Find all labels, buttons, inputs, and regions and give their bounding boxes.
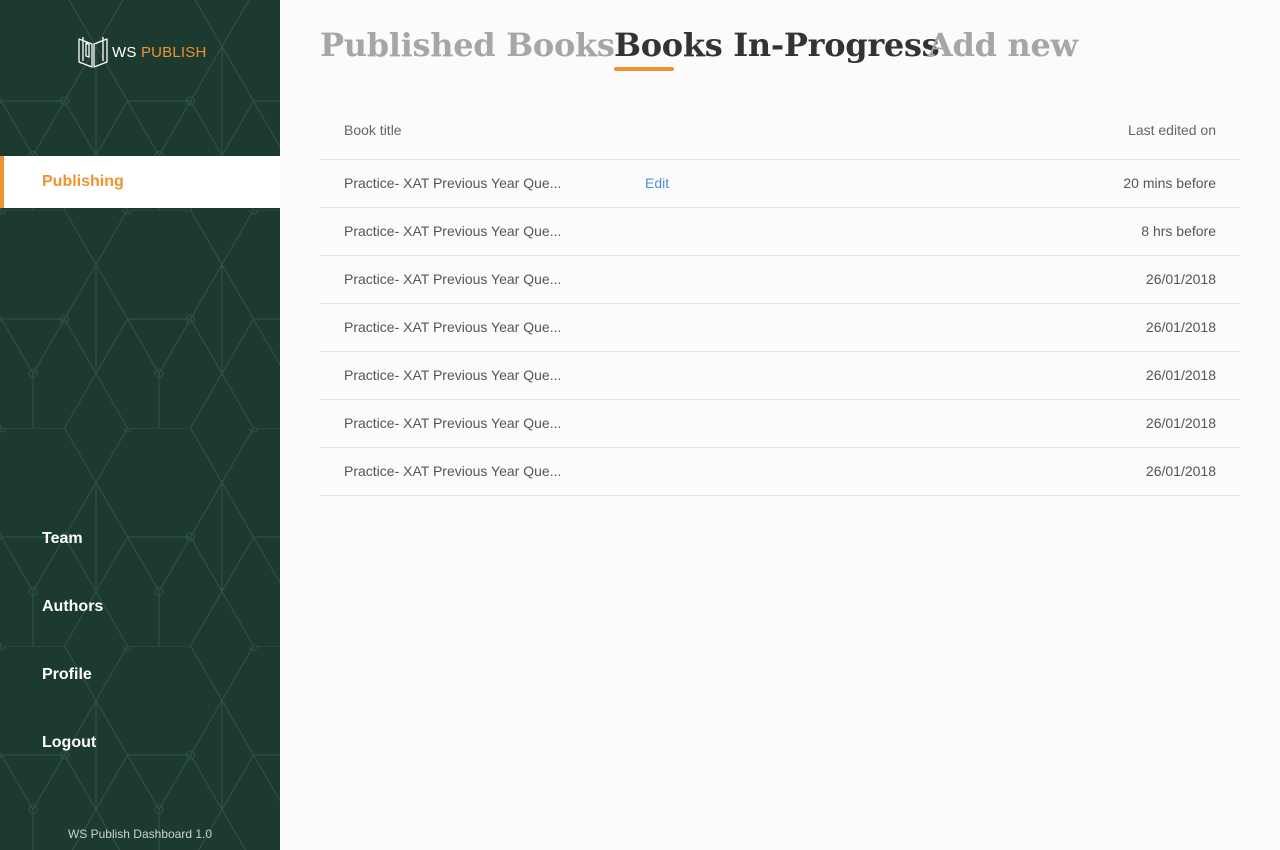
- table-body: Practice- XAT Previous Year Que... Edit 20…: [320, 160, 1240, 496]
- tab-add-new[interactable]: Add new: [928, 26, 1078, 64]
- book-title-cell[interactable]: Practice- XAT Previous Year Que...: [344, 415, 586, 431]
- book-title-cell[interactable]: Practice- XAT Previous Year Que...: [344, 319, 586, 335]
- table-row[interactable]: Practice- XAT Previous Year Que... 26/01/…: [320, 304, 1240, 352]
- sidebar-item-logout[interactable]: Logout: [42, 734, 96, 752]
- hexagon-pattern-background: [0, 0, 280, 850]
- book-title-cell[interactable]: Practice- XAT Previous Year Que...: [344, 463, 586, 479]
- version-label: WS Publish Dashboard 1.0: [67, 827, 213, 841]
- tab-books-in-progress[interactable]: Books In-Progress: [614, 26, 940, 64]
- sidebar-item-profile[interactable]: Profile: [42, 666, 92, 684]
- sidebar-item-authors[interactable]: Authors: [42, 598, 103, 616]
- app: WS PUBLISH Publishing Team Authors Profi…: [0, 0, 1280, 850]
- sidebar-item-publishing[interactable]: Publishing: [0, 156, 280, 208]
- last-edited-cell: 26/01/2018: [1145, 271, 1216, 287]
- active-tab-underline: [614, 67, 674, 71]
- edit-link[interactable]: Edit: [645, 175, 669, 191]
- table-row[interactable]: Practice- XAT Previous Year Que... 26/01/…: [320, 448, 1240, 496]
- active-indicator: [0, 156, 4, 208]
- last-edited-cell: 20 mins before: [1123, 175, 1216, 191]
- sidebar-item-team[interactable]: Team: [42, 530, 83, 548]
- open-book-icon: [78, 37, 108, 68]
- sidebar-item-label: Publishing: [42, 173, 124, 190]
- column-header-last-edited[interactable]: Last edited on: [1128, 122, 1216, 138]
- last-edited-cell: 8 hrs before: [1141, 223, 1216, 239]
- books-table: Book title Last edited on Practice- XAT …: [320, 104, 1240, 496]
- book-title-cell[interactable]: Practice- XAT Previous Year Que...: [344, 175, 586, 191]
- sidebar: WS PUBLISH Publishing Team Authors Profi…: [0, 0, 280, 850]
- last-edited-cell: 26/01/2018: [1145, 463, 1216, 479]
- book-title-cell[interactable]: Practice- XAT Previous Year Que...: [344, 367, 586, 383]
- table-row[interactable]: Practice- XAT Previous Year Que... 26/01/…: [320, 256, 1240, 304]
- book-title-cell[interactable]: Practice- XAT Previous Year Que...: [344, 271, 586, 287]
- logo-text: WS PUBLISH: [112, 44, 207, 61]
- last-edited-cell: 26/01/2018: [1145, 415, 1216, 431]
- table-row[interactable]: Practice- XAT Previous Year Que... 8 hrs …: [320, 208, 1240, 256]
- logo-prefix: WS: [112, 43, 141, 61]
- table-row[interactable]: Practice- XAT Previous Year Que... 26/01/…: [320, 400, 1240, 448]
- logo-accent: PUBLISH: [140, 43, 207, 61]
- column-header-book-title[interactable]: Book title: [344, 122, 402, 138]
- ws-publish-logo[interactable]: WS PUBLISH: [77, 35, 207, 69]
- last-edited-cell: 26/01/2018: [1145, 319, 1216, 335]
- table-header: Book title Last edited on: [320, 104, 1240, 160]
- table-row[interactable]: Practice- XAT Previous Year Que... 26/01/…: [320, 352, 1240, 400]
- book-title-cell[interactable]: Practice- XAT Previous Year Que...: [344, 223, 586, 239]
- last-edited-cell: 26/01/2018: [1145, 367, 1216, 383]
- tab-published-books[interactable]: Published Books: [320, 26, 615, 64]
- table-row[interactable]: Practice- XAT Previous Year Que... Edit 20…: [320, 160, 1240, 208]
